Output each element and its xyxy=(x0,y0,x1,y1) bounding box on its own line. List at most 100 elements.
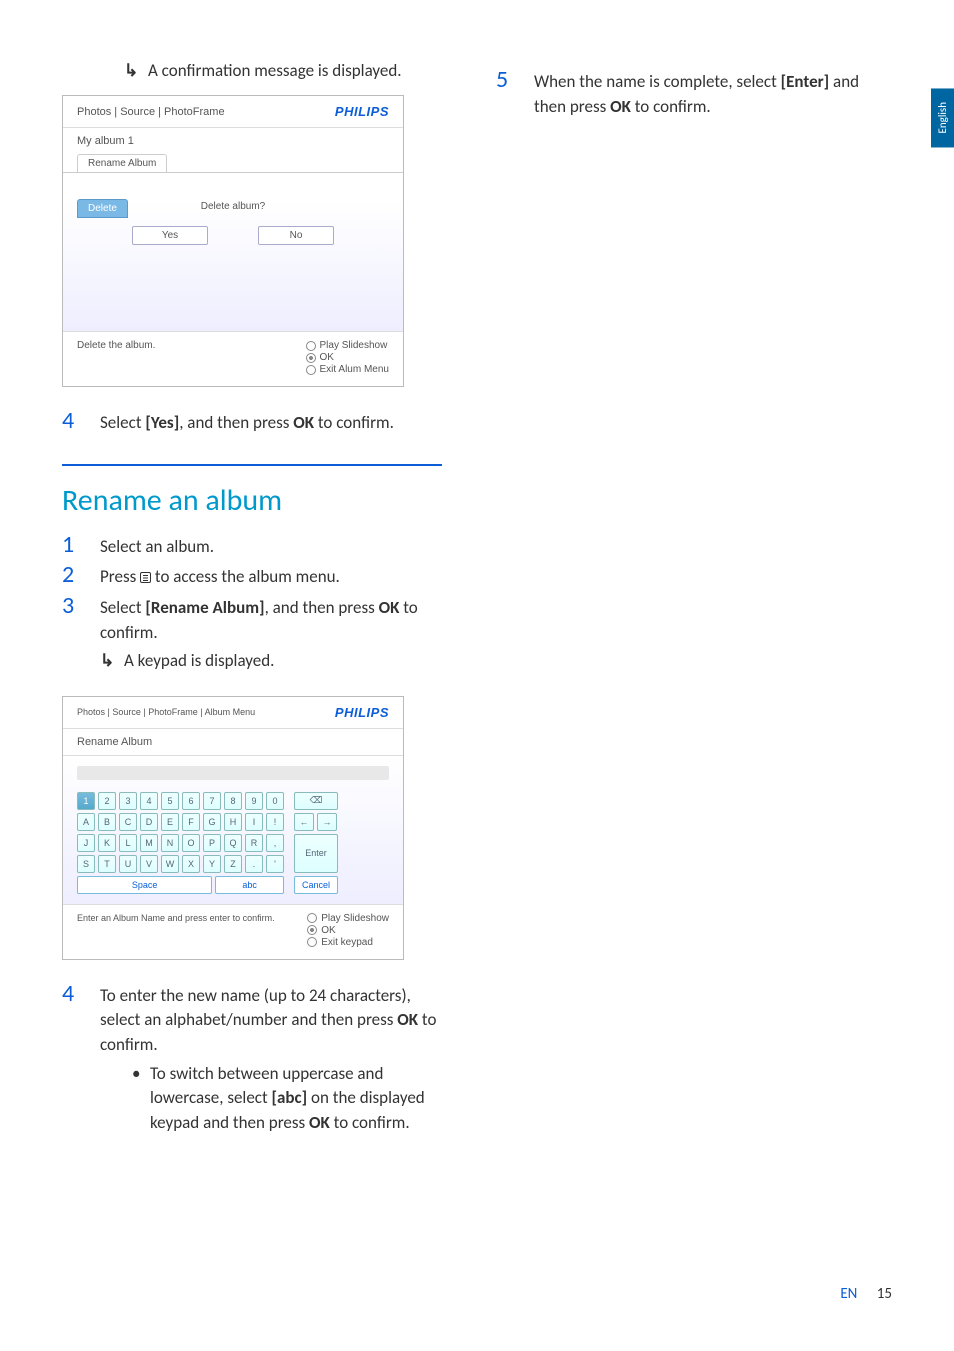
key-L: L xyxy=(119,834,137,852)
step-number: 5 xyxy=(496,68,534,119)
key-6: 6 xyxy=(182,792,200,810)
key-W: W xyxy=(161,855,179,873)
hint-ok: OK xyxy=(321,925,335,936)
key-I: I xyxy=(245,813,263,831)
key-Q: Q xyxy=(224,834,242,852)
hint-play: Play Slideshow xyxy=(320,340,388,351)
bullet-text: A confirmation message is displayed. xyxy=(148,60,402,81)
page-footer: EN 15 xyxy=(840,1285,892,1303)
hint-exit: Exit Alum Menu xyxy=(320,364,389,375)
album-row: My album 1 xyxy=(63,127,403,154)
right-column: 5 When the name is complete, select [Ent… xyxy=(496,60,876,1140)
key-F: F xyxy=(182,813,200,831)
nav-dot-icon xyxy=(306,365,316,375)
yes-button: Yes xyxy=(132,226,208,245)
key-9: 9 xyxy=(245,792,263,810)
nav-dot-icon xyxy=(307,925,317,935)
screenshot-keypad: Photos | Source | PhotoFrame | Album Men… xyxy=(62,696,404,960)
footer-lang: EN xyxy=(840,1285,857,1303)
nav-dot-icon xyxy=(307,913,317,923)
key-O: O xyxy=(182,834,200,852)
key-K: K xyxy=(98,834,116,852)
key-B: B xyxy=(98,813,116,831)
key-2: 2 xyxy=(98,792,116,810)
key-J: J xyxy=(77,834,95,852)
key-A: A xyxy=(77,813,95,831)
cancel-key: Cancel xyxy=(294,876,338,894)
step-4: 4 Select [Yes], and then press OK to con… xyxy=(62,409,442,436)
step-1: 1 Select an album. xyxy=(62,533,442,560)
status-text: Delete the album. xyxy=(77,340,155,376)
key-P: P xyxy=(203,834,221,852)
key-4: 4 xyxy=(140,792,158,810)
step-number: 2 xyxy=(62,563,100,590)
key-3: 3 xyxy=(119,792,137,810)
key-': ' xyxy=(266,855,284,873)
key-X: X xyxy=(182,855,200,873)
key-G: G xyxy=(203,813,221,831)
key-R: R xyxy=(245,834,263,852)
step-4b: 4 To enter the new name (up to 24 charac… xyxy=(62,982,442,1136)
keypad-grid: 1234567890 ABCDEFGHI! JKLMNOPQR, STUVWXY… xyxy=(77,792,284,894)
arrow-icon: ↳ xyxy=(100,649,124,674)
no-button: No xyxy=(258,226,334,245)
tab-rename: Rename Album xyxy=(77,154,167,172)
step-3: 3 Select [Rename Album], and then press … xyxy=(62,594,442,688)
breadcrumb: Photos | Source | PhotoFrame | Album Men… xyxy=(77,707,255,717)
key-Y: Y xyxy=(203,855,221,873)
step-number: 1 xyxy=(62,533,100,560)
key-5: 5 xyxy=(161,792,179,810)
nav-dot-icon xyxy=(306,353,316,363)
key-S: S xyxy=(77,855,95,873)
enter-key: Enter xyxy=(294,834,338,873)
section-divider xyxy=(62,464,442,466)
key-M: M xyxy=(140,834,158,852)
key-E: E xyxy=(161,813,179,831)
page-number: 15 xyxy=(877,1285,892,1303)
section-heading: Rename an album xyxy=(62,484,442,517)
step-number: 3 xyxy=(62,594,100,688)
language-tab: English xyxy=(931,88,954,147)
hint-play: Play Slideshow xyxy=(321,913,389,924)
key-N: N xyxy=(161,834,179,852)
result-bullet: ↳ A confirmation message is displayed. xyxy=(124,60,442,81)
key-U: U xyxy=(119,855,137,873)
key-0: 0 xyxy=(266,792,284,810)
step-number: 4 xyxy=(62,409,100,436)
space-key: Space xyxy=(77,876,212,894)
key-D: D xyxy=(140,813,158,831)
key-8: 8 xyxy=(224,792,242,810)
arrow-icon: ↳ xyxy=(124,60,148,81)
nav-dot-icon xyxy=(307,937,317,947)
bullet-text: A keypad is displayed. xyxy=(124,649,274,674)
step-2: 2 Press to access the album menu. xyxy=(62,563,442,590)
status-text: Enter an Album Name and press enter to c… xyxy=(77,913,275,949)
screenshot-delete-album: Photos | Source | PhotoFrame PHILIPS My … xyxy=(62,95,404,387)
key-V: V xyxy=(140,855,158,873)
backspace-key: ⌫ xyxy=(294,792,338,810)
key-.: . xyxy=(245,855,263,873)
step-number: 4 xyxy=(62,982,100,1136)
abc-key: abc xyxy=(215,876,284,894)
key-1: 1 xyxy=(77,792,95,810)
page-content: ↳ A confirmation message is displayed. P… xyxy=(0,0,954,1180)
menu-icon xyxy=(140,572,151,583)
arrow-right-key: → xyxy=(317,813,337,831)
text-field xyxy=(77,766,389,780)
step-5: 5 When the name is complete, select [Ent… xyxy=(496,68,876,119)
key-H: H xyxy=(224,813,242,831)
key-!: ! xyxy=(266,813,284,831)
key-T: T xyxy=(98,855,116,873)
hint-exit: Exit keypad xyxy=(321,937,373,948)
bullet-icon: • xyxy=(132,1062,150,1136)
nav-dot-icon xyxy=(306,341,316,351)
key-7: 7 xyxy=(203,792,221,810)
brand-logo: PHILIPS xyxy=(335,705,389,720)
brand-logo: PHILIPS xyxy=(335,104,389,119)
tab-row: Rename Album xyxy=(63,154,403,173)
key-,: , xyxy=(266,834,284,852)
tab-delete: Delete xyxy=(77,199,128,218)
hint-ok: OK xyxy=(320,352,334,363)
key-Z: Z xyxy=(224,855,242,873)
tab-rename: Rename Album xyxy=(63,728,403,756)
